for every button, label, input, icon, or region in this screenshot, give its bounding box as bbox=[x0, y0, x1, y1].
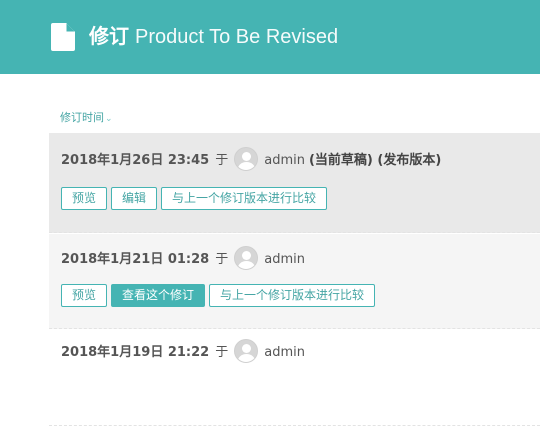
revision-user: admin bbox=[264, 345, 305, 360]
sort-label: 修订时间 bbox=[60, 111, 104, 124]
revision-status: (当前草稿) (发布版本) bbox=[308, 153, 442, 168]
compare-button[interactable]: 与上一个修订版本进行比较 bbox=[161, 187, 328, 210]
revision-row: 2018年1月19日 21:22 于 admin bbox=[49, 330, 540, 426]
revision-row: 2018年1月26日 23:45 于 admin (当前草稿) (发布版本) 预览 编辑… bbox=[49, 133, 540, 233]
page-header: 修订 Product To Be Revised bbox=[0, 0, 540, 74]
revision-user: admin bbox=[264, 252, 305, 267]
revision-actions: 预览 编辑 与上一个修订版本进行比较 bbox=[61, 187, 331, 210]
revision-date: 2018年1月26日 23:45 bbox=[61, 153, 210, 168]
revision-at: 于 bbox=[215, 345, 229, 360]
sort-by-revision-time[interactable]: 修订时间⌄ bbox=[60, 109, 113, 125]
avatar bbox=[234, 339, 259, 363]
revision-meta: 2018年1月21日 01:28 于 admin bbox=[61, 246, 305, 270]
revision-at: 于 bbox=[215, 252, 229, 267]
avatar bbox=[234, 147, 259, 171]
revision-row: 2018年1月21日 01:28 于 admin 预览 查看这个修订 与上一个修订版本进… bbox=[49, 234, 540, 329]
revision-at: 于 bbox=[215, 153, 229, 168]
chevron-down-icon: ⌄ bbox=[105, 114, 113, 124]
page-title-cn: 修订 bbox=[89, 24, 129, 48]
revision-date: 2018年1月21日 01:28 bbox=[61, 252, 210, 267]
preview-button[interactable]: 预览 bbox=[61, 187, 108, 210]
edit-button[interactable]: 编辑 bbox=[111, 187, 158, 210]
compare-button[interactable]: 与上一个修订版本进行比较 bbox=[209, 284, 376, 307]
revision-meta: 2018年1月26日 23:45 于 admin (当前草稿) (发布版本) bbox=[61, 147, 442, 171]
revision-meta: 2018年1月19日 21:22 于 admin bbox=[61, 339, 305, 363]
preview-button[interactable]: 预览 bbox=[61, 284, 108, 307]
page-title-en: Product To Be Revised bbox=[135, 26, 339, 48]
view-revision-button[interactable]: 查看这个修订 bbox=[111, 284, 206, 307]
avatar bbox=[234, 246, 259, 270]
page-title: 修订 Product To Be Revised bbox=[89, 22, 338, 51]
revision-user: admin bbox=[264, 153, 305, 168]
revision-actions: 预览 查看这个修订 与上一个修订版本进行比较 bbox=[61, 284, 379, 307]
revision-date: 2018年1月19日 21:22 bbox=[61, 345, 210, 360]
document-icon bbox=[51, 23, 75, 51]
